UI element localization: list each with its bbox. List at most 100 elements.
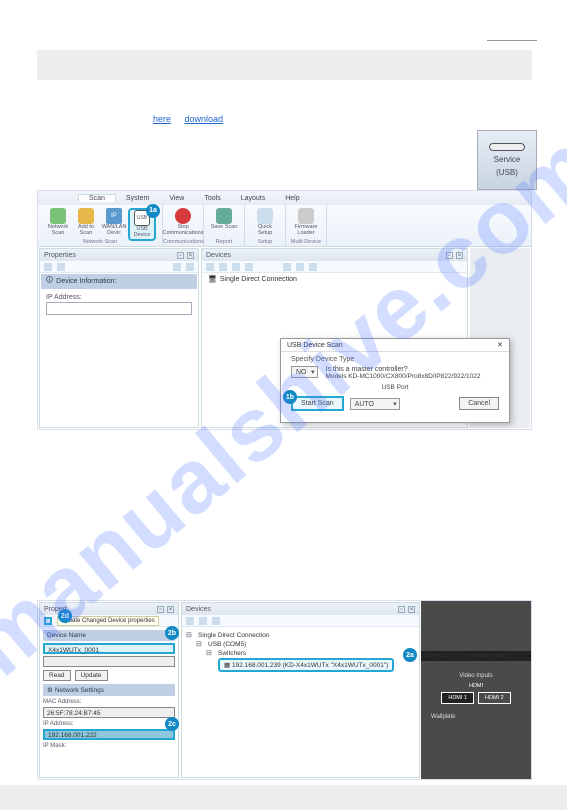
- badge-2b: 2b: [165, 626, 179, 640]
- save-scan-button[interactable]: Save Scan: [210, 208, 238, 231]
- tree-usb[interactable]: USB (COM5): [196, 640, 415, 649]
- tool-icon[interactable]: [219, 263, 227, 271]
- start-scan-button[interactable]: Start Scan: [291, 396, 344, 411]
- ip-label-2: IP Address: 2c: [43, 721, 175, 727]
- firmware-loader-button[interactable]: Firmware Loader: [292, 208, 320, 237]
- tab-system[interactable]: System: [116, 195, 159, 202]
- tool-icon[interactable]: [206, 263, 214, 271]
- close-icon[interactable]: ×: [456, 252, 463, 259]
- save-icon: [216, 208, 232, 224]
- update-button[interactable]: Update: [75, 670, 108, 681]
- ribbon-group-report: Save Scan Report: [204, 205, 245, 246]
- tool-icon[interactable]: [186, 263, 194, 271]
- disabled-field: [43, 656, 175, 667]
- dialog-question: Is this a master controller?: [326, 366, 481, 373]
- pin-icon[interactable]: ▫: [446, 252, 453, 259]
- service-label: Service: [478, 155, 536, 164]
- group-caption-comm: Communications: [163, 239, 203, 245]
- tree-root[interactable]: Single Direct Connection: [186, 631, 415, 640]
- tab-view[interactable]: View: [159, 195, 194, 202]
- gear-icon: ⚙: [47, 686, 53, 694]
- hdmi-label: HDMI: [425, 683, 527, 689]
- header-band: [37, 50, 532, 80]
- badge-2d: 2d: [58, 609, 72, 623]
- dialog-models: Models KD-MC1000/CX800/Pro8x8D/IP822/922…: [326, 373, 481, 380]
- tooltip: Update Changed Device properties: [57, 616, 159, 626]
- device-row[interactable]: 🖥 Single Direct Connection: [202, 273, 467, 285]
- tab-help[interactable]: Help: [275, 195, 309, 202]
- badge-1a: 1a: [146, 204, 160, 218]
- badge-2c: 2c: [165, 717, 179, 731]
- add-icon: [78, 208, 94, 224]
- cancel-button[interactable]: Cancel: [459, 397, 499, 410]
- usb-device-button[interactable]: 1a USB USB Device: [128, 208, 156, 241]
- devices-panel-2: Devices ▫× Single Direct Connection USB …: [181, 602, 420, 778]
- tool-icon[interactable]: [309, 263, 317, 271]
- wallplate-label: Wallplate: [431, 714, 527, 720]
- tool-icon[interactable]: [173, 263, 181, 271]
- service-sub: (USB): [478, 168, 536, 177]
- tree-device-leaf[interactable]: ▦ 192.168.001.239 (KD-X4x1WUTx "X4x1WUTx…: [218, 658, 394, 672]
- control-title: KD-X4x1WUTx Presentation Swit: [421, 651, 531, 661]
- group-caption-report: Report: [204, 239, 244, 245]
- properties-tools: [40, 261, 198, 273]
- add-to-scan-button[interactable]: Add to Scan: [72, 208, 100, 237]
- ip-address-input-2[interactable]: 192.168.001.222: [43, 729, 175, 740]
- service-usb-port: Service (USB): [477, 130, 537, 190]
- device-icon: 🖥: [208, 275, 217, 283]
- ribbon-group-comm: Stop Communications Communications: [163, 205, 204, 246]
- video-inputs-label: Video Inputs: [425, 673, 527, 679]
- properties-panel: Properties ▫× 🛈 Device Information: IP A…: [39, 248, 199, 428]
- pin-icon[interactable]: ▫: [398, 606, 405, 613]
- tool-icon[interactable]: [296, 263, 304, 271]
- device-name-header: Device Name 2b: [43, 630, 175, 641]
- group-caption-setup: Setup: [245, 239, 285, 245]
- close-icon[interactable]: ×: [187, 252, 194, 259]
- link-here[interactable]: here: [153, 114, 171, 124]
- tab-layouts[interactable]: Layouts: [231, 195, 276, 202]
- hdmi1-button[interactable]: HDMI 1: [441, 692, 474, 704]
- tab-tools[interactable]: Tools: [194, 195, 230, 202]
- tool-icon[interactable]: [44, 263, 52, 271]
- tool-icon[interactable]: [57, 263, 65, 271]
- master-controller-select[interactable]: NO: [291, 366, 318, 378]
- tree-switchers[interactable]: Switchers: [206, 649, 415, 658]
- pin-icon[interactable]: ▫: [157, 606, 164, 613]
- ribbon-tabs: Scan System View Tools Layouts Help: [38, 191, 531, 205]
- tool-icon[interactable]: [245, 263, 253, 271]
- tab-scan[interactable]: Scan: [78, 194, 116, 202]
- header-separator: [487, 40, 537, 41]
- link-download[interactable]: download: [185, 114, 224, 124]
- mac-value: 26:5F:78:24:B7:45: [43, 707, 175, 718]
- usb-scan-dialog: USB Device Scan ✕ Specify Device Type NO…: [280, 338, 510, 423]
- hdmi2-button[interactable]: HDMI 2: [478, 692, 511, 704]
- pin-icon[interactable]: ▫: [177, 252, 184, 259]
- dialog-title: USB Device Scan: [287, 342, 343, 349]
- tool-icon[interactable]: [283, 263, 291, 271]
- tool-icon[interactable]: [212, 617, 220, 625]
- usb-port-select[interactable]: AUTO: [350, 398, 400, 410]
- links-row: here download: [150, 114, 226, 124]
- usb-slot-icon: [489, 143, 525, 151]
- group-caption-multi: Multi-Device: [286, 239, 326, 245]
- read-button[interactable]: Read: [43, 670, 71, 681]
- quick-setup-button[interactable]: Quick Setup: [251, 208, 279, 237]
- update-props-button[interactable]: [44, 617, 52, 625]
- tool-icon[interactable]: [199, 617, 207, 625]
- usb-port-label: USB Port: [291, 384, 499, 391]
- close-icon[interactable]: ×: [408, 606, 415, 613]
- device-name-input[interactable]: X4x1WUTx_0001: [43, 643, 175, 654]
- network-scan-button[interactable]: Network Scan: [44, 208, 72, 237]
- close-icon[interactable]: ×: [167, 606, 174, 613]
- ip-address-input[interactable]: [46, 302, 192, 315]
- tool-icon[interactable]: [232, 263, 240, 271]
- tool-icon[interactable]: [186, 617, 194, 625]
- device-info-header: 🛈 Device Information:: [41, 274, 197, 289]
- wanlan-button[interactable]: IP WAN/LAN Devic: [100, 208, 128, 237]
- close-icon[interactable]: ✕: [497, 341, 503, 349]
- ipmask-label: IP Mask:: [43, 743, 175, 749]
- wizard-icon: [257, 208, 273, 224]
- ribbon-group-scan: Network Scan Add to Scan IP WAN/LAN Devi…: [38, 205, 163, 246]
- stop-comm-button[interactable]: Stop Communications: [169, 208, 197, 237]
- badge-1b: 1b: [283, 390, 297, 404]
